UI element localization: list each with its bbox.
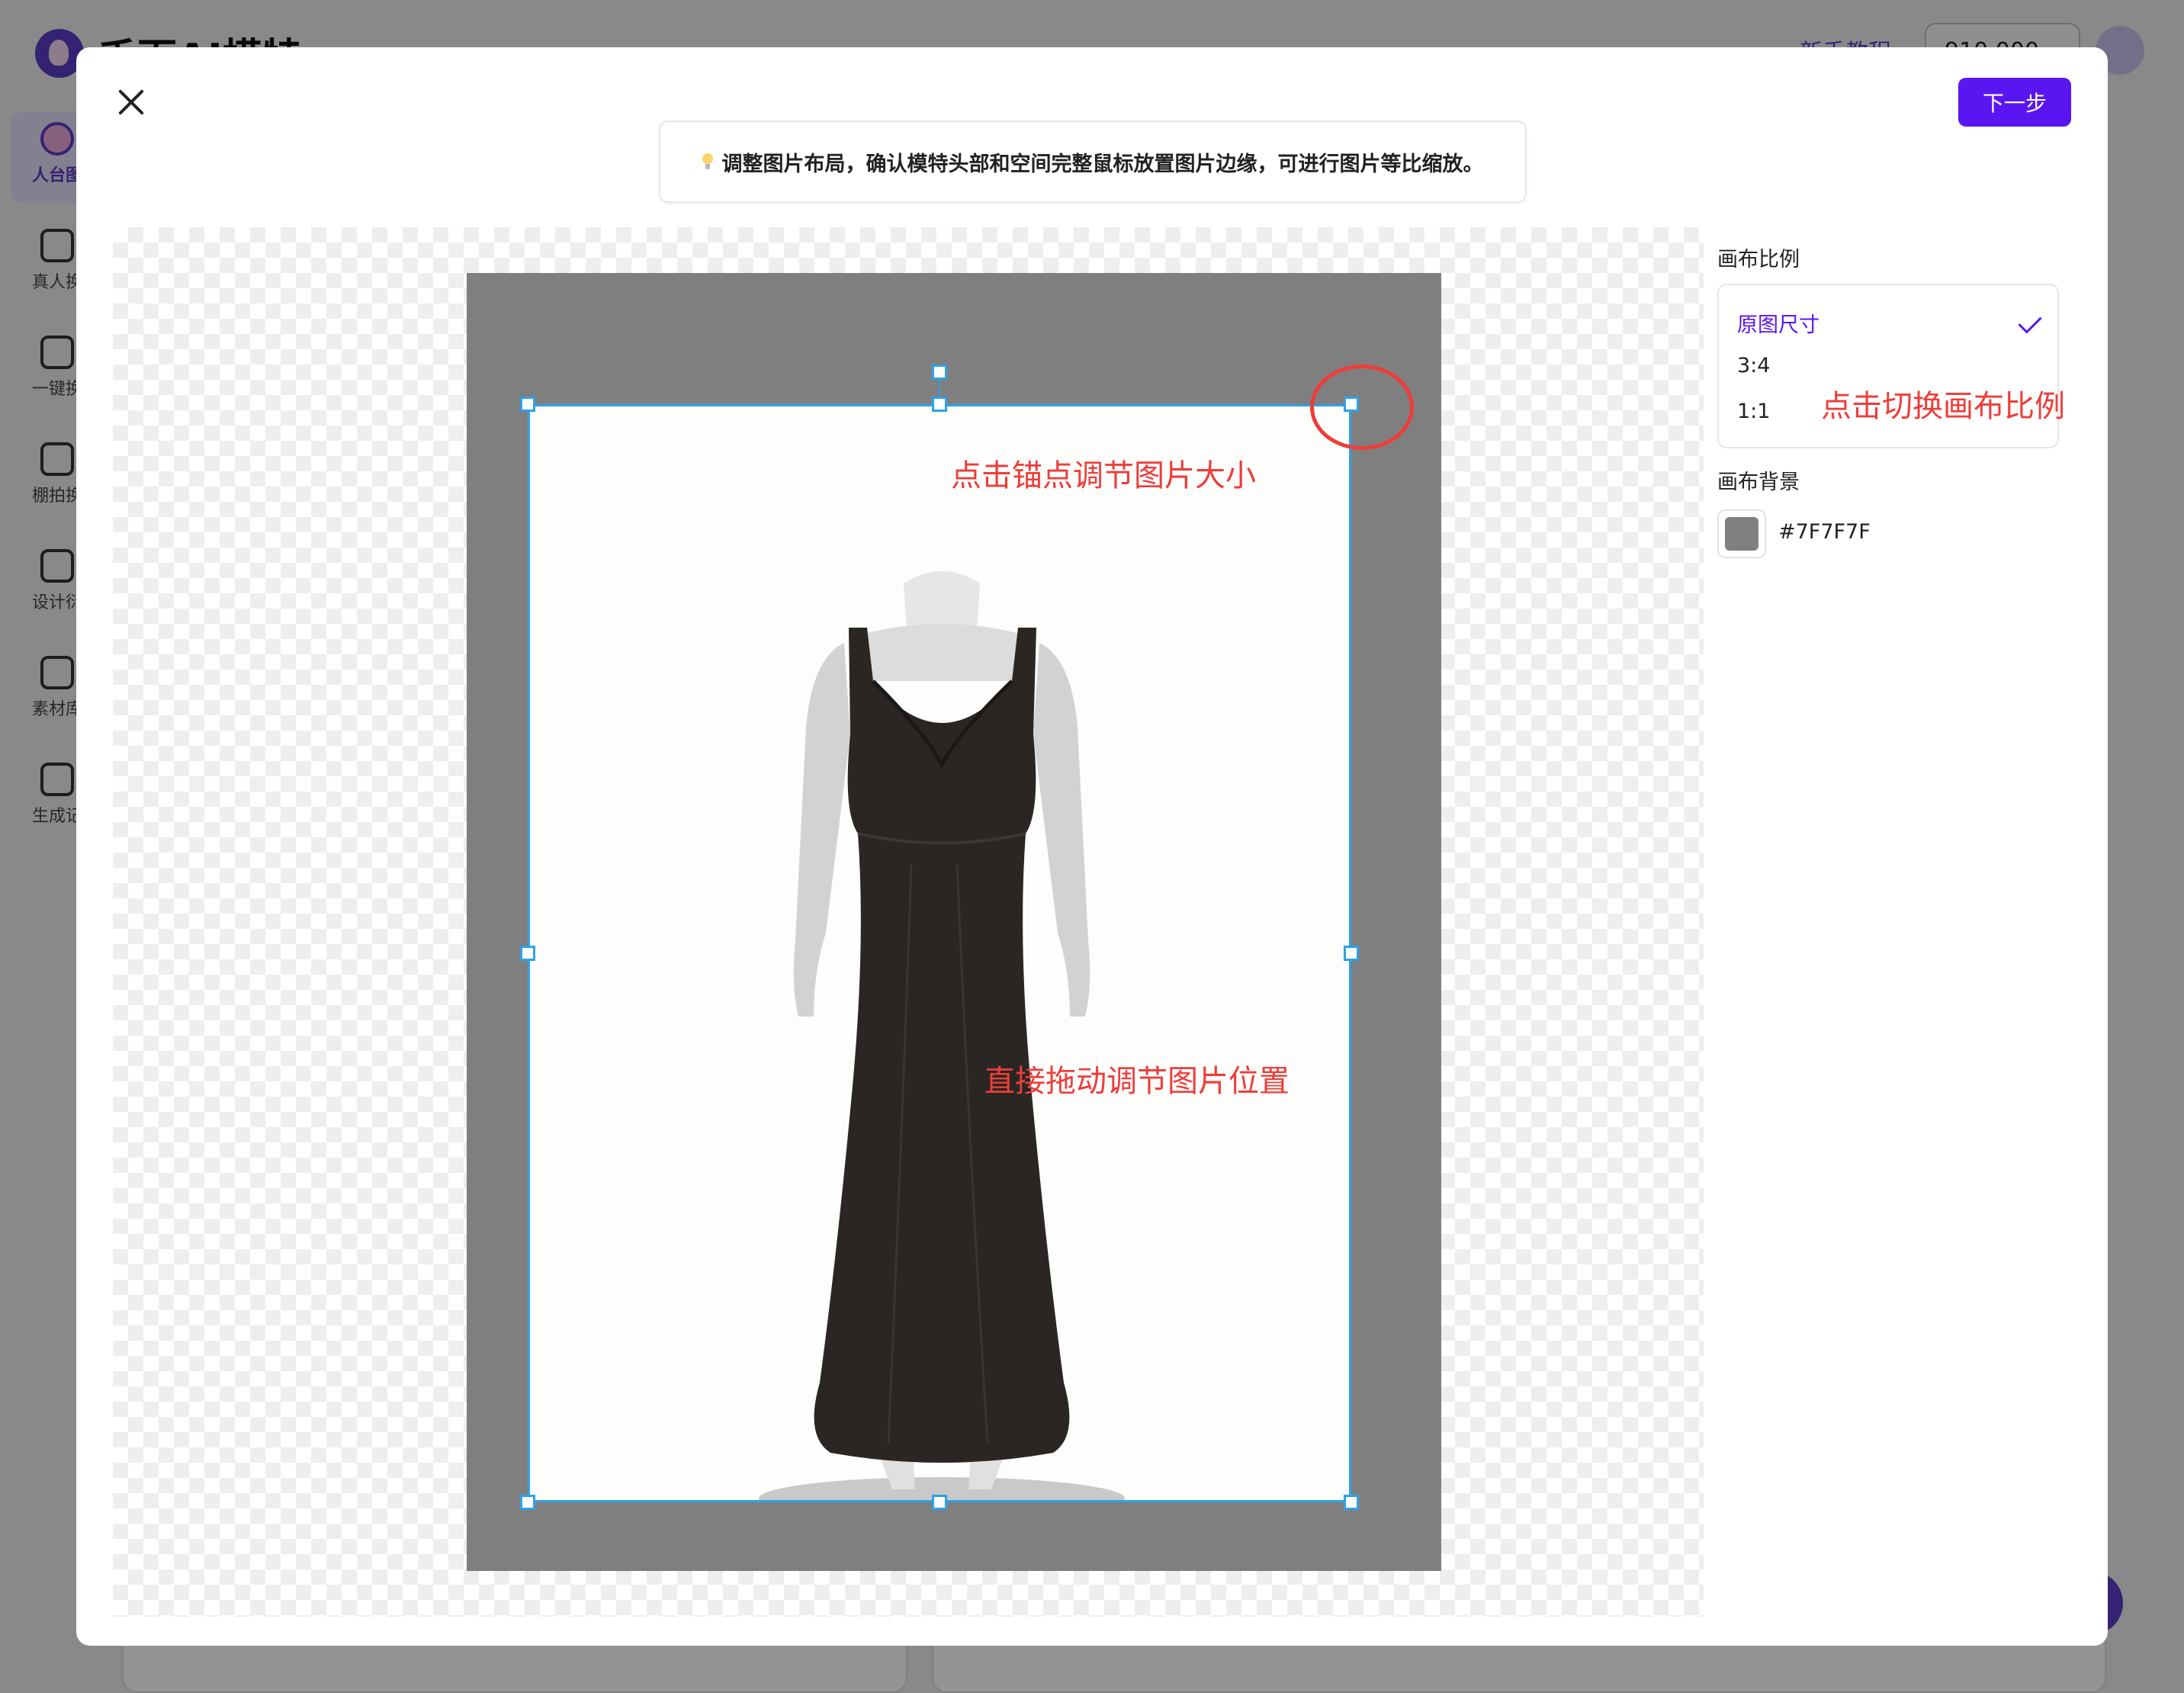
canvas-background: 点击锚点调节图片大小 直接拖动调节图片位置 xyxy=(467,273,1441,1571)
resize-handle-r[interactable] xyxy=(1344,946,1359,961)
canvas-ratio-label: 画布比例 xyxy=(1717,248,1800,271)
annotation-circle xyxy=(1310,365,1414,450)
annotation-drag: 直接拖动调节图片位置 xyxy=(984,1064,1290,1099)
resize-handle-l[interactable] xyxy=(520,946,535,961)
resize-handle-br[interactable] xyxy=(1344,1495,1359,1510)
background-color-value: #7F7F7F xyxy=(1778,520,1871,544)
canvas-background-label: 画布背景 xyxy=(1717,471,1800,494)
next-step-button[interactable]: 下一步 xyxy=(1958,78,2071,127)
tip-text: 调整图片布局，确认模特头部和空间完整鼠标放置图片边缘，可进行图片等比缩放。 xyxy=(721,152,1484,176)
color-swatch-fill xyxy=(1725,517,1758,551)
close-icon[interactable] xyxy=(114,85,148,119)
background-color-picker[interactable] xyxy=(1717,509,1766,558)
ratio-option-1-1[interactable]: 1:1 xyxy=(1737,400,1770,423)
top-extra-handle[interactable] xyxy=(932,365,947,380)
dress-image xyxy=(530,406,1349,1500)
check-icon xyxy=(2018,310,2042,334)
tip-banner: 调整图片布局，确认模特头部和空间完整鼠标放置图片边缘，可进行图片等比缩放。 xyxy=(659,120,1527,203)
layout-modal: 下一步 调整图片布局，确认模特头部和空间完整鼠标放置图片边缘，可进行图片等比缩放… xyxy=(76,47,2108,1646)
ratio-option-3-4[interactable]: 3:4 xyxy=(1737,354,1770,377)
canvas-editor: 点击锚点调节图片大小 直接拖动调节图片位置 xyxy=(113,227,1704,1617)
image-layer[interactable]: 点击锚点调节图片大小 直接拖动调节图片位置 xyxy=(528,404,1351,1502)
resize-handle-bl[interactable] xyxy=(520,1495,535,1510)
annotation-anchor: 点击锚点调节图片大小 xyxy=(951,458,1256,493)
resize-handle-tl[interactable] xyxy=(520,397,535,412)
resize-handle-b[interactable] xyxy=(932,1495,947,1510)
annotation-ratio: 点击切换画布比例 xyxy=(1821,389,2065,424)
resize-handle-t[interactable] xyxy=(932,397,947,412)
ratio-option-original[interactable]: 原图尺寸 xyxy=(1737,308,1819,338)
lightbulb-icon xyxy=(702,153,713,170)
